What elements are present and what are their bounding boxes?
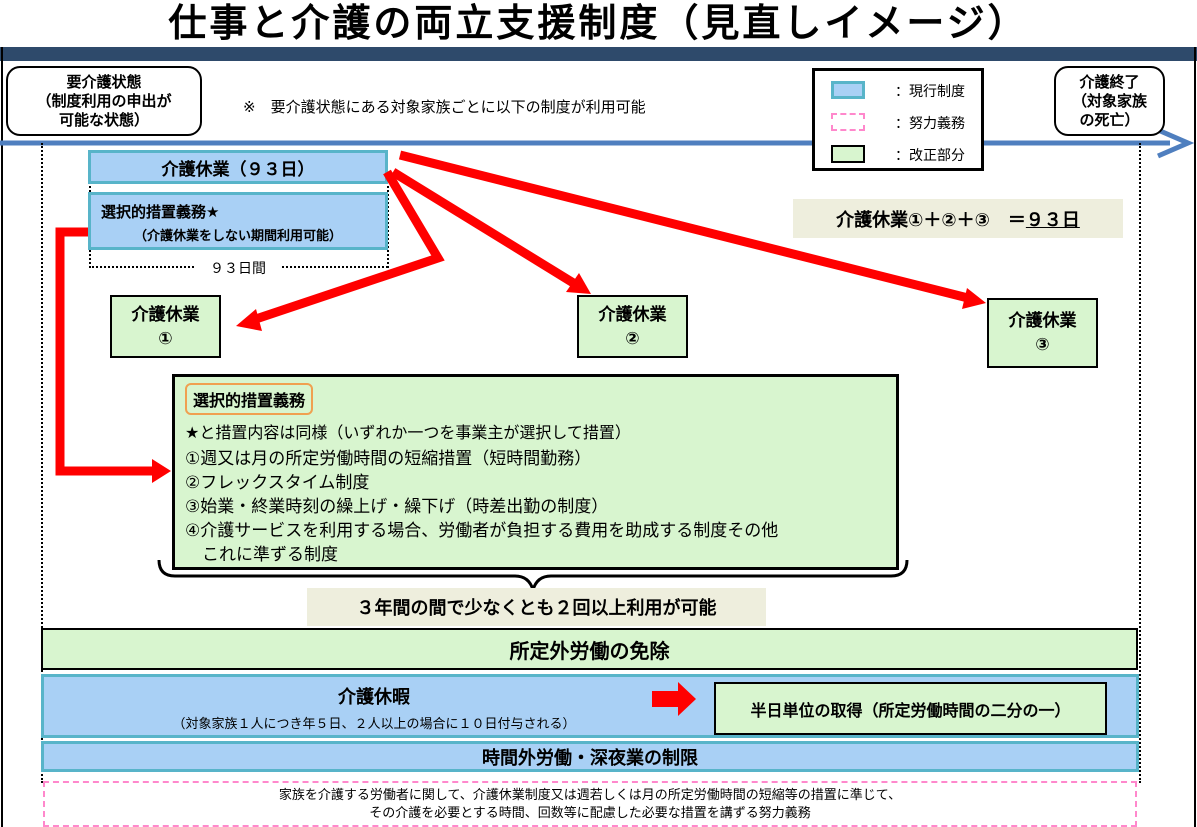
selective-measure-item: ①週又は月の所定労働時間の短縮措置（短時間勤務）	[185, 449, 592, 469]
selective-measure-item: ②フレックスタイム制度	[185, 473, 370, 493]
selective-measure-list: ①週又は月の所定労働時間の短縮措置（短時間勤務） ②フレックスタイム制度 ③始業…	[185, 447, 886, 567]
half-day-arrow	[652, 682, 696, 716]
care-leave-part-3: 介護休業 ③	[987, 298, 1098, 368]
three-year-usage-box: ３年間の間で少なくとも２回以上利用が可能	[307, 588, 766, 626]
care-leave-part-1-line2: ①	[158, 328, 173, 349]
care-leave-part-2-line2: ②	[625, 328, 640, 349]
effort-obligation-box: 家族を介護する労働者に関して、介護休業制度又は週若しくは月の所定労働時間の短縮等…	[43, 781, 1137, 827]
selective-measure-box: 選択的措置義務 ★と措置内容は同様（いずれか一つを事業主が選択して措置） ①週又…	[172, 374, 899, 570]
care-leave-part-1-line1: 介護休業	[131, 304, 200, 325]
half-day-box: 半日単位の取得（所定労働時間の二分の一）	[714, 682, 1107, 735]
selective-measure-intro: ★と措置内容は同様（いずれか一つを事業主が選択して措置）	[185, 423, 631, 442]
selective-measure-title: 選択的措置義務	[185, 383, 314, 415]
care-leave-days-sub: （対象家族１人につき年５日、２人以上の場合に１０日付与される）	[172, 717, 576, 732]
half-day-label: 半日単位の取得（所定労働時間の二分の一）	[750, 700, 1071, 720]
selective-measure-item: ③始業・終業時刻の繰上げ・繰下げ（時差出勤の制度）	[185, 497, 609, 517]
selective-measure-item: ④介護サービスを利用する場合、労働者が負担する費用を助成する制度その他	[185, 521, 779, 541]
care-leave-part-3-line1: 介護休業	[1008, 311, 1077, 331]
care-leave-part-2-line1: 介護休業	[598, 304, 667, 325]
care-leave-part-3-line2: ③	[1035, 335, 1050, 355]
overtime-exemption-label: 所定外労働の免除	[509, 638, 670, 663]
care-leave-part-2: 介護休業 ②	[577, 295, 688, 358]
care-leave-part-1: 介護休業 ①	[110, 295, 221, 358]
three-year-usage-label: ３年間の間で少なくとも２回以上利用が可能	[356, 598, 717, 619]
care-leave-days-title: 介護休暇	[338, 687, 410, 708]
overtime-exemption-box: 所定外労働の免除	[41, 628, 1138, 670]
effort-obligation-line1: 家族を介護する労働者に関して、介護休業制度又は週若しくは月の所定労働時間の短縮等…	[278, 788, 902, 803]
effort-obligation-line2: その介護を必要とする時間、回数等に配慮した必要な措置を講ずる努力義務	[369, 806, 811, 821]
overtime-limit-label: 時間外労働・深夜業の制限	[482, 747, 698, 769]
overtime-limit-box: 時間外労働・深夜業の制限	[41, 741, 1139, 772]
